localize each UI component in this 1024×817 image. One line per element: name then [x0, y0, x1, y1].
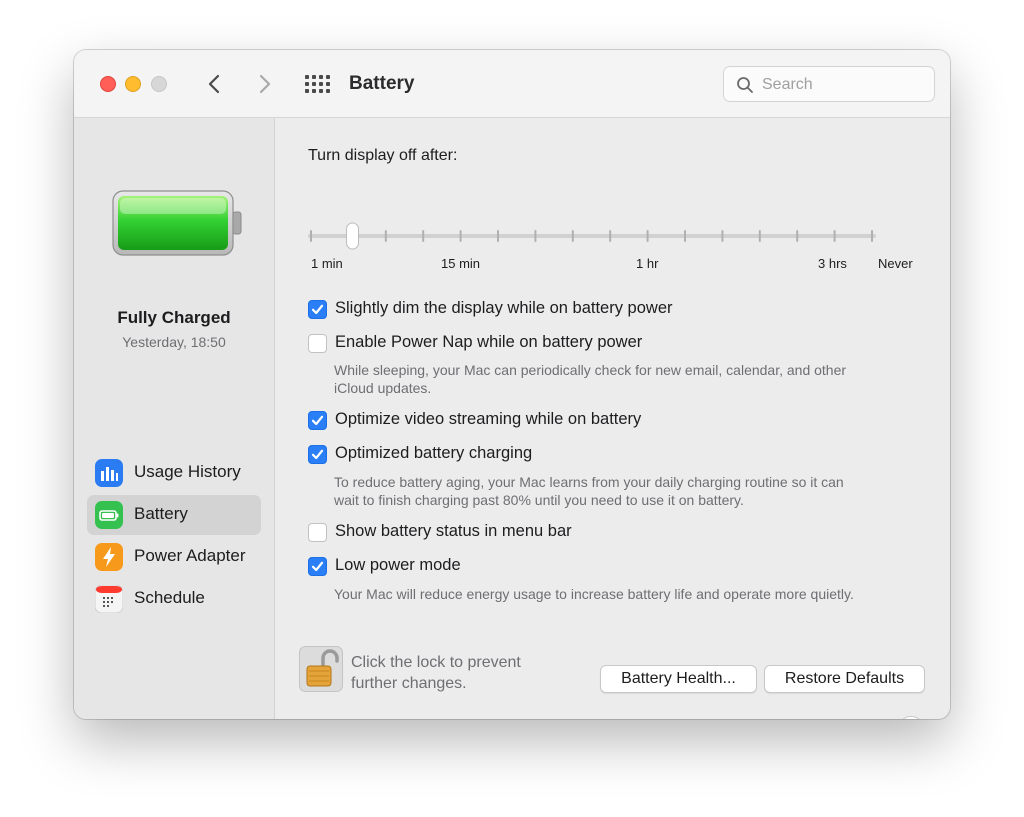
display-off-label: Turn display off after: — [308, 147, 458, 164]
tick-label-never: Never — [878, 256, 913, 271]
search-input[interactable] — [762, 73, 927, 97]
power-nap-label: Enable Power Nap while on battery power — [335, 333, 643, 351]
menu-bar-status-checkbox[interactable] — [308, 523, 327, 542]
slider-tick — [384, 230, 387, 242]
display-off-slider[interactable] — [305, 219, 885, 255]
grid-icon — [305, 75, 330, 93]
optimized-charging-label: Optimized battery charging — [335, 444, 533, 462]
title-bar: Battery — [74, 50, 950, 118]
dim-display-label: Slightly dim the display while on batter… — [335, 299, 673, 317]
sidebar-item-label: Usage History — [134, 462, 241, 481]
lock-message: Click the lock to prevent further change… — [351, 654, 521, 692]
sidebar: Fully Charged Yesterday, 18:50 Usage His… — [74, 118, 275, 719]
power-nap-checkbox[interactable] — [308, 334, 327, 353]
slider-tick — [646, 230, 649, 242]
slider-tick — [422, 230, 425, 242]
slider-tick — [534, 230, 537, 242]
sidebar-item-usage-history[interactable]: Usage History — [87, 453, 261, 493]
low-power-mode-label: Low power mode — [335, 556, 461, 574]
minimize-window-button[interactable] — [125, 76, 141, 92]
calendar-icon — [94, 584, 124, 614]
slider-tick — [758, 230, 761, 242]
charge-status-title: Fully Charged — [117, 308, 231, 327]
video-streaming-checkbox[interactable] — [308, 411, 327, 430]
chevron-right-icon — [259, 74, 271, 94]
slider-thumb[interactable] — [346, 222, 360, 250]
battery-settings-pane: Turn display off after: 1 min 15 min 1 h… — [275, 118, 950, 719]
slider-tick — [871, 230, 873, 242]
checkmark-icon — [311, 449, 324, 460]
show-all-button[interactable] — [304, 74, 330, 94]
slider-tick — [571, 230, 574, 242]
preferences-window: Battery Fully Charged Yes — [74, 50, 950, 719]
close-window-button[interactable] — [100, 76, 116, 92]
unlocked-padlock-icon — [299, 646, 343, 692]
bar-chart-icon — [95, 459, 123, 487]
slider-tick — [310, 230, 312, 242]
sidebar-item-label: Battery — [134, 504, 188, 523]
video-streaming-label: Optimize video streaming while on batter… — [335, 410, 642, 428]
tick-label-15-min: 15 min — [441, 256, 481, 271]
sidebar-item-label: Schedule — [134, 588, 205, 607]
search-icon — [737, 77, 753, 93]
sidebar-item-schedule[interactable]: Schedule — [87, 579, 261, 619]
battery-icon — [95, 501, 123, 529]
low-power-mode-checkbox[interactable] — [308, 557, 327, 576]
menu-bar-status-label: Show battery status in menu bar — [335, 522, 572, 540]
lock-button[interactable] — [299, 646, 343, 692]
search-field[interactable] — [723, 66, 935, 102]
power-nap-description: While sleeping, your Mac can periodicall… — [334, 362, 847, 396]
tick-label-1-hr: 1 hr — [636, 256, 659, 271]
charge-status-time: Yesterday, 18:50 — [122, 334, 226, 350]
battery-full-icon — [112, 190, 242, 256]
sidebar-item-label: Power Adapter — [134, 546, 246, 565]
slider-tick — [609, 230, 612, 242]
slider-tick — [684, 230, 686, 242]
sidebar-item-power-adapter[interactable]: Power Adapter — [87, 537, 261, 577]
dim-display-checkbox[interactable] — [308, 300, 327, 319]
slider-tick — [796, 230, 799, 242]
sidebar-item-battery[interactable]: Battery — [87, 495, 261, 535]
forward-button[interactable] — [249, 70, 279, 98]
checkmark-icon — [311, 561, 324, 572]
slider-tick — [833, 230, 836, 242]
checkmark-icon — [311, 415, 324, 426]
chevron-left-icon — [208, 74, 220, 94]
help-button[interactable]: ? — [897, 716, 925, 719]
lightning-icon — [95, 543, 123, 571]
zoom-window-button[interactable] — [151, 76, 167, 92]
optimized-charging-description: To reduce battery aging, your Mac learns… — [334, 474, 844, 508]
back-button[interactable] — [200, 70, 230, 98]
checkmark-icon — [311, 304, 324, 315]
slider-tick — [459, 230, 462, 242]
slider-tick — [497, 230, 499, 242]
tick-label-3-hrs: 3 hrs — [818, 256, 847, 271]
battery-health-button[interactable]: Battery Health... — [600, 665, 757, 693]
restore-defaults-button[interactable]: Restore Defaults — [764, 665, 925, 693]
slider-tick — [721, 230, 724, 242]
window-title: Battery — [349, 73, 415, 94]
optimized-charging-checkbox[interactable] — [308, 445, 327, 464]
low-power-mode-description: Your Mac will reduce energy usage to inc… — [334, 586, 854, 602]
tick-label-1-min: 1 min — [311, 256, 343, 271]
